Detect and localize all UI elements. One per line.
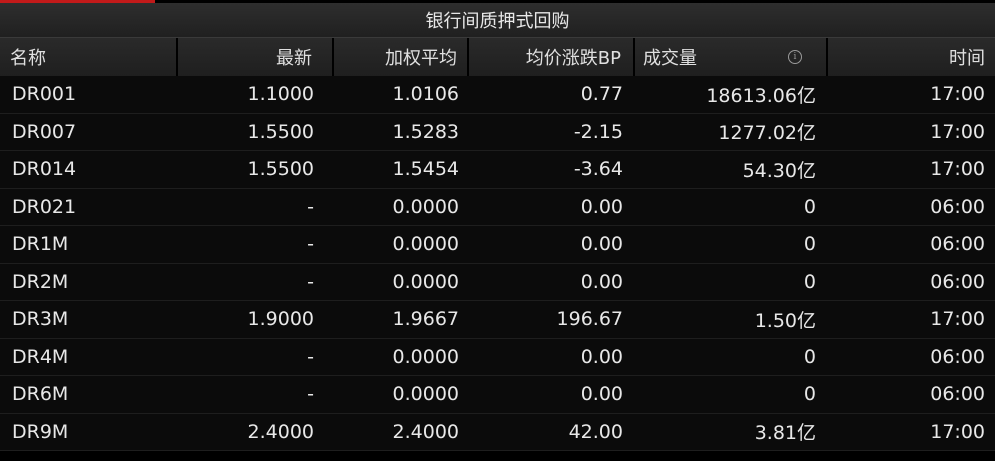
cell-name: DR9M: [12, 420, 69, 443]
table-row[interactable]: DR4M - 0.0000 0.00 0 06:00: [0, 338, 995, 376]
cell-volume: 0: [803, 233, 816, 256]
column-header-volume[interactable]: 成交量 i: [635, 38, 828, 76]
cell-latest: 2.4000: [247, 420, 314, 443]
cell-weighted-average: 1.9667: [392, 308, 459, 331]
cell-volume: 3.81亿: [754, 422, 816, 445]
cell-latest: -: [307, 195, 314, 218]
column-header-weighted-average[interactable]: 加权平均: [334, 38, 469, 76]
cell-volume: 18613.06亿: [706, 84, 816, 107]
table-row[interactable]: DR021 - 0.0000 0.00 0 06:00: [0, 188, 995, 226]
cell-latest: 1.9000: [247, 308, 314, 331]
cell-time: 17:00: [930, 83, 985, 106]
cell-bp-change: 0.00: [580, 270, 623, 293]
cell-latest: 1.5500: [247, 158, 314, 181]
column-header-bp-change[interactable]: 均价涨跌BP: [469, 38, 635, 76]
column-header-time[interactable]: 时间: [828, 38, 995, 76]
cell-weighted-average: 2.4000: [392, 420, 459, 443]
cell-bp-change: 0.00: [580, 233, 623, 256]
cell-bp-change: 0.00: [580, 195, 623, 218]
cell-bp-change: 0.77: [580, 83, 623, 106]
table-row[interactable]: DR6M - 0.0000 0.00 0 06:00: [0, 376, 995, 414]
cell-weighted-average: 0.0000: [392, 195, 459, 218]
cell-time: 17:00: [930, 120, 985, 143]
column-header-volume-label: 成交量: [643, 48, 697, 69]
cell-bp-change: -3.64: [573, 158, 623, 181]
cell-time: 06:00: [930, 270, 985, 293]
cell-latest: 1.5500: [247, 120, 314, 143]
cell-bp-change: 0.00: [580, 345, 623, 368]
cell-volume: 0: [803, 270, 816, 293]
cell-time: 06:00: [930, 383, 985, 406]
cell-bp-change: 42.00: [568, 420, 623, 443]
table-row[interactable]: DR3M 1.9000 1.9667 196.67 1.50亿 17:00: [0, 301, 995, 339]
cell-weighted-average: 1.0106: [392, 83, 459, 106]
cell-latest: -: [307, 270, 314, 293]
table-row[interactable]: DR014 1.5500 1.5454 -3.64 54.30亿 17:00: [0, 151, 995, 189]
cell-name: DR2M: [12, 270, 69, 293]
cell-time: 17:00: [930, 420, 985, 443]
cell-name: DR4M: [12, 345, 69, 368]
cell-weighted-average: 0.0000: [392, 383, 459, 406]
cell-bp-change: -2.15: [573, 120, 623, 143]
cell-bp-change: 0.00: [580, 383, 623, 406]
cell-weighted-average: 0.0000: [392, 345, 459, 368]
cell-time: 17:00: [930, 158, 985, 181]
info-icon[interactable]: i: [788, 50, 802, 64]
table-row[interactable]: DR1M - 0.0000 0.00 0 06:00: [0, 226, 995, 264]
cell-time: 06:00: [930, 233, 985, 256]
cell-name: DR6M: [12, 383, 69, 406]
cell-volume: 0: [803, 383, 816, 406]
cell-name: DR014: [12, 158, 77, 181]
cell-volume: 1277.02亿: [718, 122, 816, 145]
cell-name: DR3M: [12, 308, 69, 331]
table-row[interactable]: DR9M 2.4000 2.4000 42.00 3.81亿 17:00: [0, 413, 995, 451]
table-row[interactable]: DR001 1.1000 1.0106 0.77 18613.06亿 17:00: [0, 76, 995, 114]
cell-volume: 1.50亿: [754, 309, 816, 332]
repo-rates-table: 名称 最新 加权平均 均价涨跌BP 成交量 i 时间 DR001 1.1000 1.…: [0, 38, 995, 451]
cell-weighted-average: 0.0000: [392, 270, 459, 293]
cell-latest: -: [307, 233, 314, 256]
cell-name: DR1M: [12, 233, 69, 256]
cell-latest: -: [307, 383, 314, 406]
cell-latest: 1.1000: [247, 83, 314, 106]
panel-title: 银行间质押式回购: [0, 3, 995, 38]
cell-bp-change: 196.67: [556, 308, 623, 331]
cell-name: DR021: [12, 195, 77, 218]
cell-time: 06:00: [930, 195, 985, 218]
cell-volume: 0: [803, 345, 816, 368]
table-body: DR001 1.1000 1.0106 0.77 18613.06亿 17:00 DR007…: [0, 76, 995, 451]
column-header-name[interactable]: 名称: [0, 38, 178, 76]
cell-volume: 54.30亿: [742, 159, 816, 182]
cell-weighted-average: 0.0000: [392, 233, 459, 256]
cell-time: 06:00: [930, 345, 985, 368]
table-header: 名称 最新 加权平均 均价涨跌BP 成交量 i 时间: [0, 38, 995, 76]
cell-weighted-average: 1.5454: [392, 158, 459, 181]
cell-volume: 0: [803, 195, 816, 218]
cell-name: DR007: [12, 120, 77, 143]
column-header-latest[interactable]: 最新: [178, 38, 334, 76]
table-row[interactable]: DR2M - 0.0000 0.00 0 06:00: [0, 263, 995, 301]
table-row[interactable]: DR007 1.5500 1.5283 -2.15 1277.02亿 17:00: [0, 113, 995, 151]
cell-latest: -: [307, 345, 314, 368]
cell-name: DR001: [12, 83, 77, 106]
cell-weighted-average: 1.5283: [392, 120, 459, 143]
cell-time: 17:00: [930, 308, 985, 331]
